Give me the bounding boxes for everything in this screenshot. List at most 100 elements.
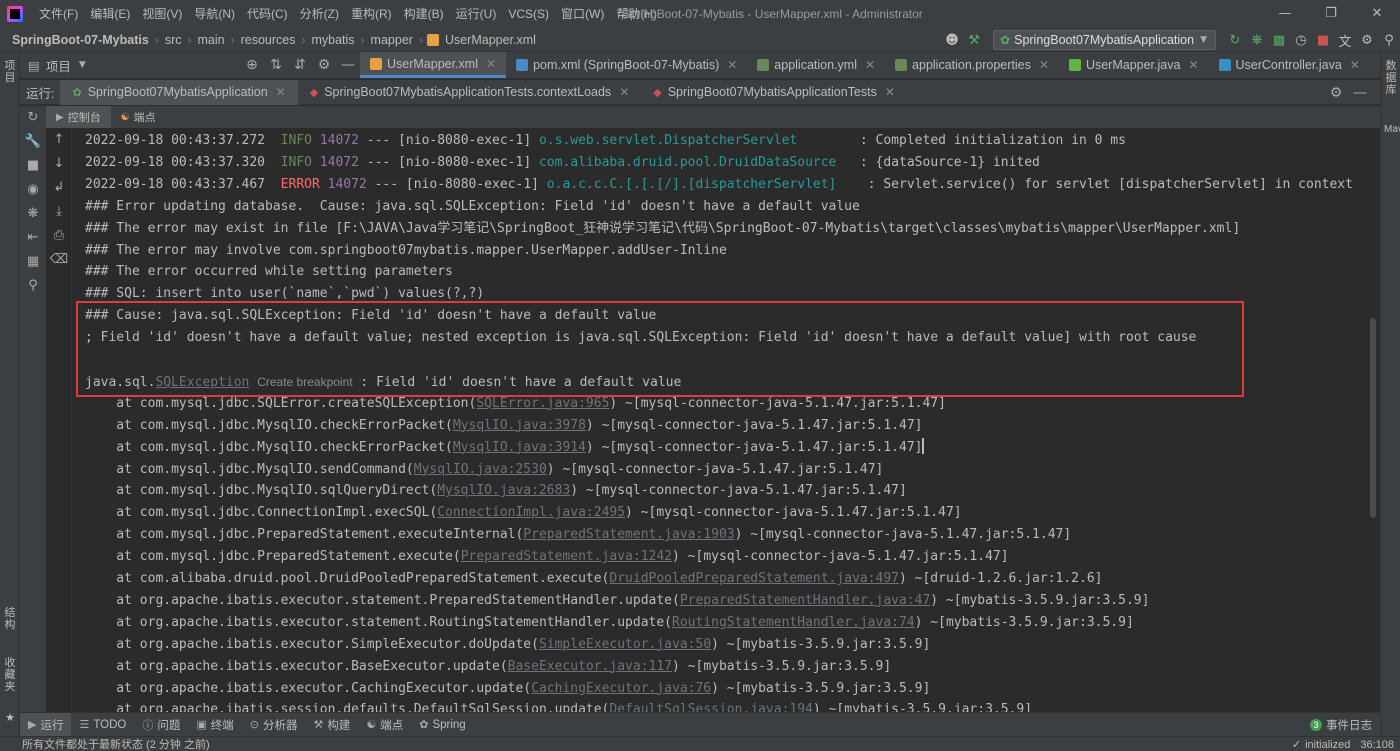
hide-icon[interactable]: — [336, 57, 360, 73]
project-panel-header[interactable]: ▤ 项目 ▼ [20, 52, 120, 78]
restore-icon[interactable]: ❐ [1308, 0, 1354, 28]
menu-item[interactable]: 文件(F) [33, 0, 84, 28]
breadcrumb-mybatis[interactable]: mybatis [309, 33, 356, 47]
breadcrumb-src[interactable]: src [163, 33, 184, 47]
menu-item[interactable]: 编辑(E) [84, 0, 136, 28]
stack-source-link[interactable]: MysqlIO.java:2683 [437, 483, 570, 498]
editor-tab[interactable]: application.yml ✕ [747, 52, 885, 78]
bottom-tab[interactable]: ▶ 运行 [20, 712, 72, 737]
stack-source-link[interactable]: MysqlIO.java:3914 [453, 440, 586, 455]
minimize-icon[interactable]: — [1262, 0, 1308, 28]
down-arrow-icon[interactable]: ↓ [46, 152, 72, 176]
exit-icon[interactable]: ⇤ [20, 226, 46, 250]
menu-item[interactable]: 重构(R) [345, 0, 398, 28]
menu-item[interactable]: 视图(V) [136, 0, 188, 28]
structure-tool-window-button[interactable]: 结构 [3, 607, 17, 631]
menu-item[interactable]: 代码(C) [241, 0, 294, 28]
menu-item[interactable]: 导航(N) [188, 0, 241, 28]
soft-wrap-icon[interactable]: ↲ [46, 176, 72, 200]
editor-tab[interactable]: UserMapper.xml ✕ [360, 52, 507, 78]
editor-tab[interactable]: UserMapper.java ✕ [1059, 52, 1209, 78]
bottom-tab[interactable]: ☰ TODO [71, 713, 134, 737]
close-icon[interactable]: ✕ [885, 85, 895, 99]
expand-all-icon[interactable]: ⇅ [264, 57, 288, 73]
stop-icon[interactable]: ■ [20, 154, 46, 178]
breadcrumb-project[interactable]: SpringBoot-07-Mybatis [10, 33, 151, 47]
debug-icon[interactable]: ❋ [20, 202, 46, 226]
build-hammer-icon[interactable]: ⚒ [963, 33, 985, 48]
print-icon[interactable]: ⎙ [46, 224, 72, 248]
close-icon[interactable]: ✕ [486, 57, 496, 71]
user-icon[interactable]: ☻ [941, 33, 963, 48]
search-icon[interactable]: ⚲ [1378, 33, 1400, 48]
database-tool-window-button[interactable]: 数据库 [1384, 60, 1398, 96]
close-icon[interactable]: ✕ [619, 85, 629, 99]
rerun-icon[interactable]: ↻ [20, 106, 46, 130]
close-icon[interactable]: ✕ [1039, 58, 1049, 72]
console-output[interactable]: 2022-09-18 00:43:37.272 INFO 14072 --- [… [72, 128, 1380, 712]
wrench-icon[interactable]: 🔧 [20, 130, 46, 154]
up-arrow-icon[interactable]: ↑ [46, 128, 72, 152]
locate-icon[interactable]: ⊕ [240, 57, 264, 73]
stack-source-link[interactable]: PreparedStatementHandler.java:47 [680, 593, 930, 608]
menu-item[interactable]: 分析(Z) [294, 0, 345, 28]
stack-source-link[interactable]: ConnectionImpl.java:2495 [437, 505, 625, 520]
breadcrumb-mapper[interactable]: mapper [369, 33, 415, 47]
gear-icon[interactable]: ⚙ [1324, 85, 1348, 101]
bottom-tab[interactable]: ⚒ 构建 [305, 713, 358, 737]
close-icon[interactable]: ✕ [1354, 0, 1400, 28]
console-tab[interactable]: ▶ 控制台 [46, 106, 111, 128]
bottom-tab[interactable]: ☯ 端点 [358, 713, 411, 737]
layout-icon[interactable]: ▦ [20, 250, 46, 274]
bottom-tab[interactable]: ▣ 终端 [188, 713, 241, 737]
breadcrumb-resources[interactable]: resources [239, 33, 298, 47]
maven-tool-window-button[interactable]: Maven [1384, 124, 1400, 136]
collapse-all-icon[interactable]: ⇵ [288, 57, 312, 73]
favorites-tool-window-button[interactable]: 收藏夹 [3, 657, 17, 693]
camera-icon[interactable]: ◉ [20, 178, 46, 202]
stack-source-link[interactable]: PreparedStatement.java:1903 [523, 527, 734, 542]
star-icon[interactable]: ★ [3, 712, 17, 724]
stack-source-link[interactable]: BaseExecutor.java:117 [508, 659, 672, 674]
close-icon[interactable]: ✕ [727, 58, 737, 72]
menu-item[interactable]: 构建(B) [398, 0, 450, 28]
profile-icon[interactable]: ◷ [1290, 33, 1312, 48]
close-icon[interactable]: ✕ [1188, 58, 1198, 72]
coverage-icon[interactable]: ▩ [1268, 33, 1290, 48]
bottom-tab[interactable]: ⓘ 问题 [134, 713, 188, 737]
debug-icon[interactable]: ❋ [1246, 33, 1268, 48]
close-icon[interactable]: ✕ [1350, 58, 1360, 72]
console-scrollbar[interactable] [1370, 318, 1376, 518]
project-tool-window-button[interactable]: 项目 [3, 60, 17, 84]
editor-tab[interactable]: application.properties ✕ [885, 52, 1059, 78]
editor-tab[interactable]: UserController.java ✕ [1209, 52, 1370, 78]
breadcrumb-file[interactable]: UserMapper.xml [443, 33, 538, 47]
stack-source-link[interactable]: SQLError.java:965 [476, 396, 609, 411]
event-log-button[interactable]: 3 事件日志 [1310, 713, 1372, 737]
bottom-tab[interactable]: ⊙ 分析器 [242, 713, 306, 737]
stack-source-link[interactable]: RoutingStatementHandler.java:74 [672, 615, 915, 630]
stack-source-link[interactable]: MysqlIO.java:2530 [414, 462, 547, 477]
exception-class-link[interactable]: SQLException [155, 375, 249, 390]
create-breakpoint-hint[interactable]: Create breakpoint [257, 375, 352, 389]
breadcrumb-main[interactable]: main [195, 33, 226, 47]
stack-source-link[interactable]: MysqlIO.java:3978 [453, 418, 586, 433]
stack-source-link[interactable]: DruidPooledPreparedStatement.java:497 [609, 571, 899, 586]
endpoints-tab[interactable]: ☯ 端点 [111, 106, 166, 128]
menu-item[interactable]: 窗口(W) [555, 0, 610, 28]
close-icon[interactable]: ✕ [865, 58, 875, 72]
stack-source-link[interactable]: CachingExecutor.java:76 [531, 681, 711, 696]
editor-tab[interactable]: pom.xml (SpringBoot-07-Mybatis) ✕ [506, 52, 747, 78]
stack-source-link[interactable]: SimpleExecutor.java:50 [539, 637, 711, 652]
run-configuration-select[interactable]: ✿ SpringBoot07MybatisApplication ▼ [993, 30, 1216, 50]
menu-item[interactable]: 运行(U) [450, 0, 503, 28]
scroll-to-end-icon[interactable]: ⤓ [46, 200, 72, 224]
stack-source-link[interactable]: PreparedStatement.java:1242 [461, 549, 672, 564]
cursor-position[interactable]: 36:108 [1360, 739, 1394, 751]
hide-icon[interactable]: — [1348, 85, 1372, 101]
menu-item[interactable]: VCS(S) [502, 0, 555, 28]
settings-icon[interactable]: ⚙ [1356, 33, 1378, 48]
run-tab[interactable]: ◆ SpringBoot07MybatisApplicationTests.con… [298, 80, 642, 105]
run-tab[interactable]: ◆ SpringBoot07MybatisApplicationTests ✕ [641, 80, 907, 105]
translate-icon[interactable]: 文 [1334, 31, 1356, 50]
